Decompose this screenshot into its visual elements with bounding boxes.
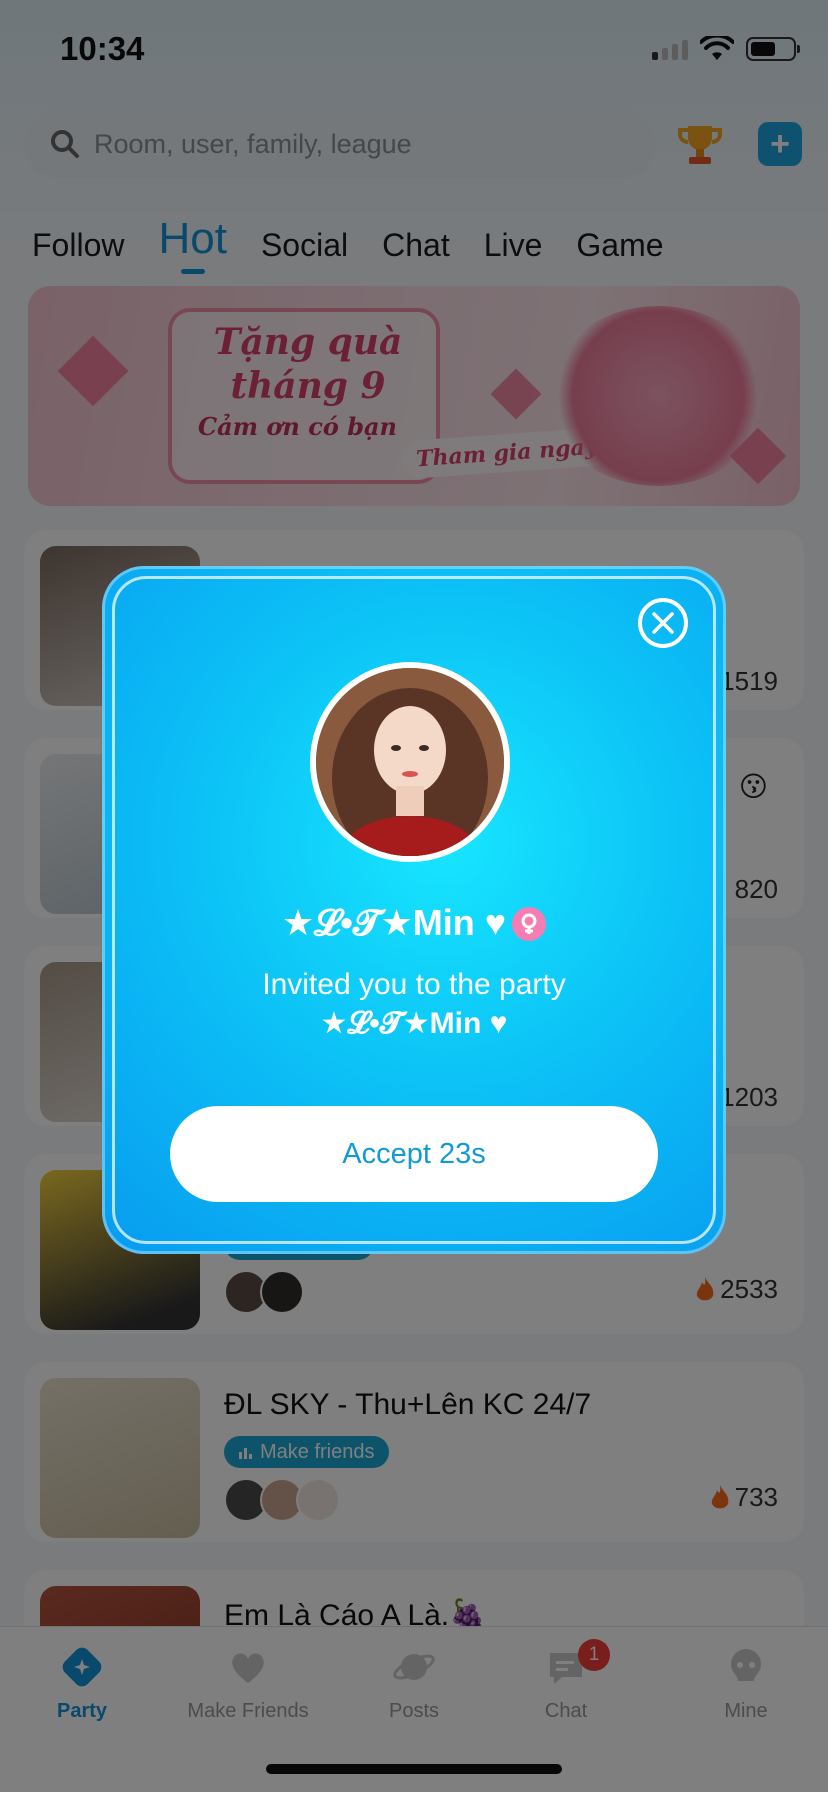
party-home-screen: 10:34 + Follow Hot xyxy=(0,0,828,1793)
inviter-name: ★𝓛•𝓣★Min ♥ xyxy=(281,902,507,943)
close-button[interactable] xyxy=(638,598,688,648)
invite-room-name: ★𝓛•𝓣★Min ♥ xyxy=(320,1007,508,1040)
accept-button[interactable]: Accept 23s xyxy=(170,1106,658,1202)
invite-message: Invited you to the party xyxy=(262,968,566,1001)
close-icon xyxy=(652,612,674,634)
female-gender-icon xyxy=(512,906,547,941)
inviter-avatar xyxy=(310,662,510,862)
inviter-portrait xyxy=(316,668,504,856)
party-invite-dialog: ★𝓛•𝓣★Min ♥ Invited you to the party ★𝓛•𝓣… xyxy=(102,566,726,1254)
inviter-name-row: ★𝓛•𝓣★Min ♥ xyxy=(102,902,726,945)
